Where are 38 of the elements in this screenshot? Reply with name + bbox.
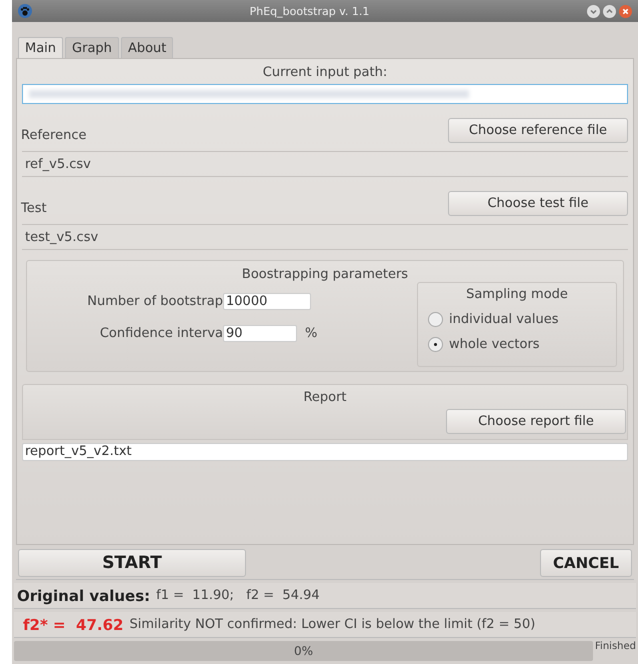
report-title: Report — [302, 390, 348, 405]
maximize-icon[interactable] — [603, 4, 616, 18]
window-title: PhEq_bootstrap v. 1.1 — [248, 4, 370, 18]
original-values-label: Original values: — [17, 586, 150, 604]
percent-unit: % — [305, 326, 318, 341]
input-path-label: Current input path: — [262, 65, 388, 80]
start-button[interactable]: START — [18, 549, 246, 577]
radio-button[interactable] — [428, 312, 443, 327]
tab[interactable]: About — [120, 37, 174, 58]
original-values-text: f1 = 11.90; f2 = 54.94 — [156, 588, 320, 603]
reference-file-field[interactable]: ref_v5.csv — [22, 151, 628, 177]
reference-label: Reference — [21, 128, 86, 143]
paw-icon — [18, 4, 32, 18]
confidence-label: Confidence interva — [98, 326, 223, 341]
radio-label: individual values — [449, 312, 559, 327]
status-text: Finished — [595, 641, 636, 652]
f2-result: f2* = 47.62 — [22, 616, 124, 634]
tab[interactable]: Main — [18, 37, 64, 58]
progress-text: 0% — [294, 644, 314, 658]
confidence-input[interactable]: 90 — [223, 325, 297, 342]
bootstrap-input[interactable]: 10000 — [223, 293, 311, 310]
test-label: Test — [21, 201, 47, 216]
bootstrap-label: Number of bootstrap — [86, 294, 223, 309]
test-file-field[interactable]: test_v5.csv — [22, 224, 628, 250]
radio-button[interactable] — [428, 337, 443, 352]
input-path-field[interactable] — [22, 84, 628, 104]
tab[interactable]: Graph — [65, 37, 119, 58]
close-icon[interactable] — [619, 4, 632, 18]
choose-report-button[interactable]: Choose report file — [446, 409, 626, 434]
choose-reference-button[interactable]: Choose reference file — [448, 118, 628, 143]
parameters-title: Boostrapping parameters — [240, 267, 410, 282]
cancel-button[interactable]: CANCEL — [540, 549, 632, 577]
minimize-icon[interactable] — [587, 4, 600, 18]
sampling-title: Sampling mode — [465, 287, 569, 302]
report-file-input[interactable]: report_v5_v2.txt — [22, 442, 628, 460]
result-message: Similarity NOT confirmed: Lower CI is below the limit (f2 = 50) — [130, 617, 536, 632]
choose-test-button[interactable]: Choose test file — [448, 191, 628, 216]
radio-label: whole vectors — [449, 337, 540, 352]
